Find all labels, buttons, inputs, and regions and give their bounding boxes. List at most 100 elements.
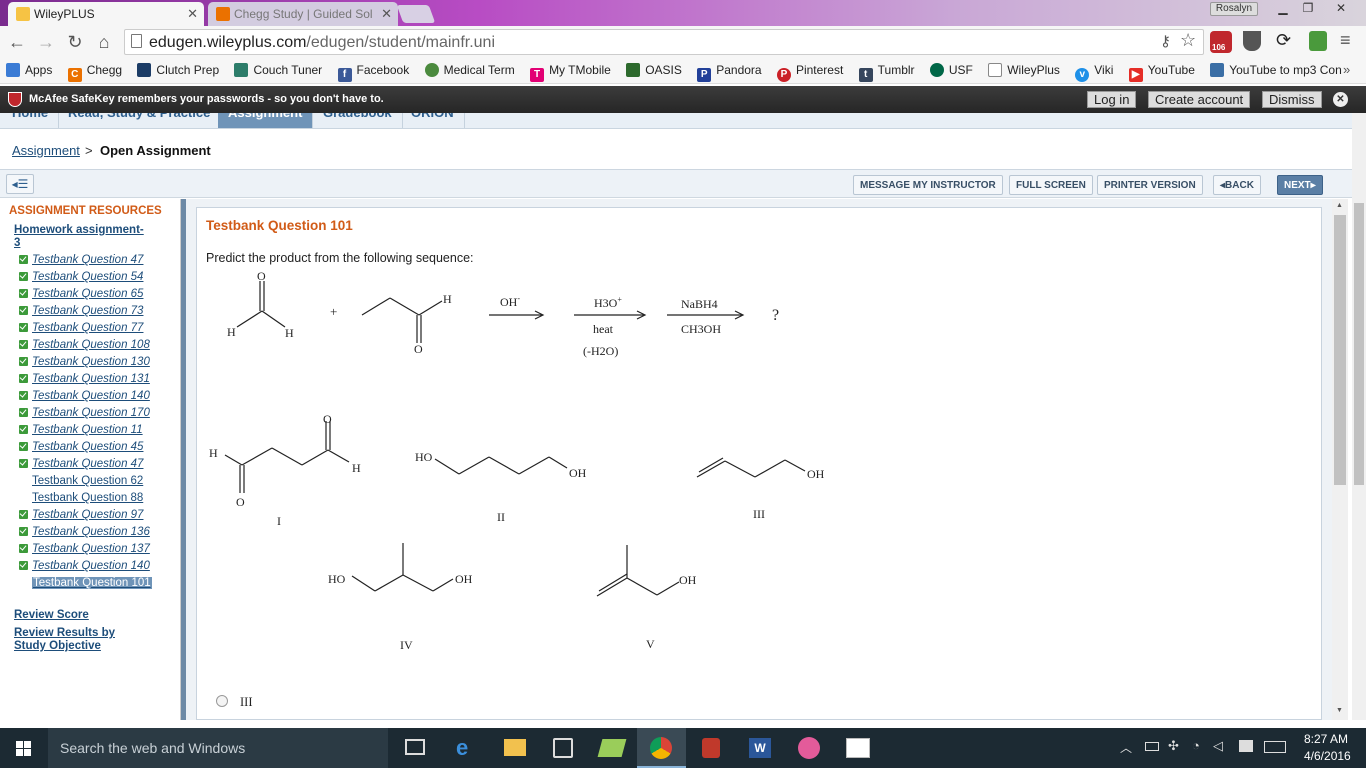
content-scrollbar[interactable]: ▲ ▼ — [1332, 199, 1348, 720]
sidebar-question-link[interactable]: Testbank Question 77 — [19, 322, 143, 334]
bookmark-pinterest[interactable]: P Pinterest — [771, 59, 849, 83]
battery-icon[interactable] — [1145, 742, 1159, 751]
tab-home[interactable]: Home — [2, 113, 60, 128]
scroll-down-icon[interactable]: ▼ — [1336, 707, 1343, 714]
extension-icon[interactable]: 106 — [1210, 31, 1232, 53]
sidebar-question-link[interactable]: Testbank Question 47 — [19, 458, 143, 470]
key-icon[interactable]: ⚷ — [1160, 32, 1171, 50]
sidebar-question-link[interactable]: Testbank Question 54 — [19, 271, 143, 283]
store-icon[interactable] — [553, 738, 573, 758]
sidebar-question-link[interactable]: Testbank Question 137 — [19, 543, 150, 555]
home-icon[interactable]: ⌂ — [93, 32, 115, 53]
sidebar-question-link[interactable]: Testbank Question 131 — [19, 373, 150, 385]
file-explorer-icon[interactable] — [504, 739, 526, 756]
bookmark-star-icon[interactable]: ☆ — [1180, 30, 1196, 51]
review-results-link[interactable]: Review Results by Study Objective — [14, 627, 115, 653]
maps-app-icon[interactable] — [597, 739, 627, 757]
bookmark-wileyplus[interactable]: WileyPlus — [982, 59, 1066, 83]
menu-icon[interactable]: ≡ — [1340, 30, 1351, 51]
scroll-thumb[interactable] — [1334, 215, 1346, 485]
breadcrumb-assignment-link[interactable]: Assignment — [12, 143, 80, 158]
minimize-icon[interactable]: ▁ — [1270, 0, 1296, 15]
bookmark-youtube[interactable]: ▶ YouTube — [1123, 59, 1201, 83]
page-scrollbar[interactable] — [1352, 113, 1366, 720]
sidebar-question-link[interactable]: Testbank Question 88 — [32, 492, 143, 504]
tab-read-study-practice[interactable]: Read, Study & Practice — [58, 113, 222, 128]
bookmark-yt-mp3[interactable]: YouTube to mp3 Con — [1204, 59, 1348, 83]
sidebar-question-link[interactable]: Testbank Question 11 — [19, 424, 143, 436]
bookmark-oasis[interactable]: OASIS — [620, 59, 688, 83]
create-account-button[interactable]: Create account — [1148, 91, 1251, 108]
wifi-icon[interactable]: ◔ — [1192, 738, 1200, 753]
message-instructor-button[interactable]: MESSAGE MY INSTRUCTOR — [853, 175, 1003, 195]
reload-icon[interactable]: ↻ — [64, 32, 86, 53]
printer-version-button[interactable]: PRINTER VERSION — [1097, 175, 1203, 195]
show-hidden-icons[interactable]: ︿ — [1120, 739, 1132, 756]
bookmark-usf[interactable]: USF — [924, 59, 979, 83]
sidebar-question-link[interactable]: Testbank Question 62 — [32, 475, 143, 487]
review-score-link[interactable]: Review Score — [14, 609, 89, 621]
sidebar-question-link[interactable]: Testbank Question 97 — [19, 509, 143, 521]
keyboard-icon[interactable] — [1264, 741, 1286, 753]
url-field[interactable]: edugen.wileyplus.com/edugen/student/main… — [124, 29, 1204, 55]
clock-date[interactable]: 4/6/2016 — [1304, 749, 1351, 763]
task-view-icon[interactable] — [405, 739, 425, 755]
notification-icon[interactable] — [1239, 740, 1253, 752]
close-icon[interactable]: ✕ — [1333, 92, 1348, 107]
word-icon[interactable]: W — [749, 738, 771, 758]
next-button[interactable]: NEXT▸ — [1277, 175, 1323, 195]
more-bookmarks-icon[interactable]: » — [1343, 62, 1350, 77]
tab-orion[interactable]: ORION — [401, 113, 465, 128]
bookmark-medical-term[interactable]: Medical Term — [419, 59, 521, 83]
sync-icon[interactable]: ⟳ — [1276, 30, 1291, 51]
bookmark-chegg[interactable]: C Chegg — [62, 59, 128, 83]
toggle-sidebar-icon[interactable]: ◂☰ — [6, 174, 34, 194]
volume-icon[interactable]: ◁ — [1213, 738, 1223, 754]
sidebar-question-link[interactable]: Testbank Question 108 — [19, 339, 150, 351]
new-tab-button[interactable] — [396, 5, 436, 23]
sidebar-question-link[interactable]: Testbank Question 136 — [19, 526, 150, 538]
windows-start-icon[interactable] — [16, 741, 31, 756]
dismiss-button[interactable]: Dismiss — [1262, 91, 1322, 108]
popcorn-app-icon[interactable] — [702, 738, 720, 758]
chrome-taskbar-button[interactable] — [637, 728, 686, 768]
bookmark-facebook[interactable]: f Facebook — [332, 59, 416, 83]
sidebar-question-link[interactable]: Testbank Question 130 — [19, 356, 150, 368]
sidebar-question-link[interactable]: Testbank Question 170 — [19, 407, 150, 419]
sidebar-question-link[interactable]: Testbank Question 140 — [19, 560, 150, 572]
tab-assignment[interactable]: Assignment — [218, 113, 314, 128]
sidebar-question-link[interactable]: Testbank Question 101 — [32, 577, 152, 589]
bookmark-tmobile[interactable]: T My TMobile — [524, 59, 617, 83]
photos-icon[interactable] — [846, 738, 870, 758]
login-button[interactable]: Log in — [1087, 91, 1137, 108]
forward-arrow-icon[interactable]: → — [35, 32, 57, 53]
bookmark-tumblr[interactable]: t Tumblr — [853, 59, 921, 83]
tab-chegg[interactable]: Chegg Study | Guided Sol ✕ — [208, 2, 398, 26]
shield-icon[interactable] — [1243, 31, 1261, 51]
itunes-icon[interactable] — [798, 737, 820, 759]
back-arrow-icon[interactable]: ← — [6, 32, 28, 53]
profile-button[interactable]: Rosalyn — [1210, 2, 1258, 16]
close-tab-icon[interactable]: ✕ — [381, 6, 392, 22]
sidebar-question-link[interactable]: Testbank Question 45 — [19, 441, 143, 453]
sidebar-question-link[interactable]: Testbank Question 73 — [19, 305, 143, 317]
clock-time[interactable]: 8:27 AM — [1304, 732, 1348, 746]
window-close-icon[interactable]: ✕ — [1328, 0, 1354, 15]
bookmark-viki[interactable]: v Viki — [1069, 59, 1119, 83]
page-scroll-thumb[interactable] — [1354, 203, 1364, 485]
full-screen-button[interactable]: FULL SCREEN — [1009, 175, 1093, 195]
edge-icon[interactable]: e — [456, 735, 468, 761]
close-tab-icon[interactable]: ✕ — [187, 6, 198, 22]
sync-tray-icon[interactable]: ✣ — [1168, 738, 1179, 754]
maximize-icon[interactable]: ❐ — [1295, 0, 1321, 15]
homework-assignment-link[interactable]: Homework assignment- 3 — [14, 224, 144, 250]
back-button[interactable]: ◂BACK — [1213, 175, 1261, 195]
taskbar-search-box[interactable]: Search the web and Windows — [48, 728, 388, 768]
tab-wileyplus[interactable]: WileyPLUS ✕ — [8, 2, 204, 26]
bookmark-couch-tuner[interactable]: Couch Tuner — [228, 59, 328, 83]
tab-gradebook[interactable]: Gradebook — [313, 113, 403, 128]
bookmark-clutch-prep[interactable]: Clutch Prep — [131, 59, 225, 83]
scroll-up-icon[interactable]: ▲ — [1336, 202, 1343, 209]
sidebar-question-link[interactable]: Testbank Question 65 — [19, 288, 143, 300]
sidebar-question-link[interactable]: Testbank Question 140 — [19, 390, 150, 402]
